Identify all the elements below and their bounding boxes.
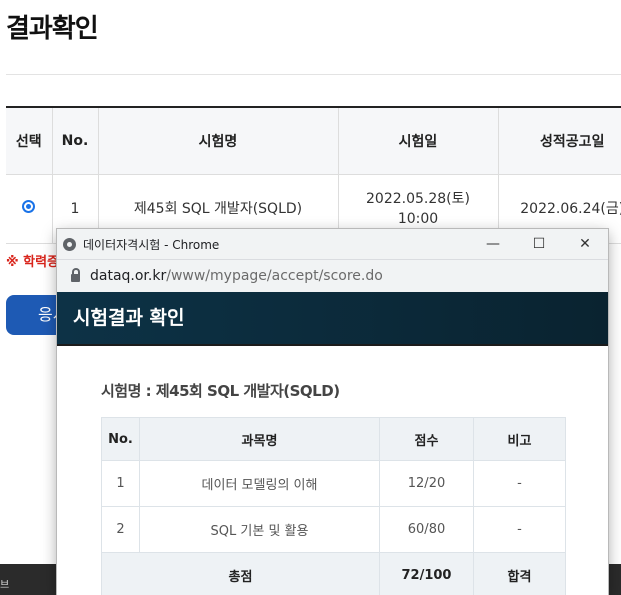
- score-row-no: 1: [101, 460, 140, 507]
- table-row: 1 데이터 모델링의 이해 12/20 -: [101, 460, 566, 507]
- score-header-score: 점수: [379, 417, 474, 461]
- page-title: 결과확인: [6, 14, 99, 44]
- close-button[interactable]: ✕: [562, 229, 608, 259]
- address-bar[interactable]: dataq.or.kr/www/mypage/accept/score.do: [57, 259, 608, 292]
- popup-header: 시험결과 확인: [57, 292, 608, 346]
- header-exam-date: 시험일: [338, 106, 499, 175]
- window-titlebar[interactable]: 데이터자격시험 - Chrome — ☐ ✕: [57, 229, 608, 259]
- exam-table: 선택 No. 시험명 시험일 성적공고일 1 제45회 SQL 개발자(SQLD…: [6, 106, 621, 244]
- row-exam-date: 2022.05.28(토): [366, 191, 470, 207]
- score-row-subject: 데이터 모델링의 이해: [139, 460, 380, 507]
- score-row-score: 12/20: [379, 460, 474, 507]
- total-label: 총점: [101, 552, 380, 595]
- score-header-no: No.: [101, 417, 140, 461]
- score-header-row: No. 과목명 점수 비고: [101, 417, 566, 461]
- score-row-no: 2: [101, 506, 140, 553]
- score-row-subject: SQL 기본 및 활용: [139, 506, 380, 553]
- score-row-remark: -: [473, 506, 566, 553]
- bottom-bar: 브: [0, 564, 60, 595]
- total-score: 72/100: [379, 552, 474, 595]
- title-divider: [6, 74, 621, 75]
- window-title: 데이터자격시험 - Chrome: [83, 237, 220, 252]
- lock-icon: [71, 268, 80, 282]
- table-header-row: 선택 No. 시험명 시험일 성적공고일: [6, 106, 621, 175]
- score-header-remark: 비고: [473, 417, 566, 461]
- score-row-score: 60/80: [379, 506, 474, 553]
- maximize-button[interactable]: ☐: [516, 229, 562, 259]
- row-exam-time: 10:00: [397, 211, 439, 227]
- score-row-remark: -: [473, 460, 566, 507]
- header-exam-name: 시험명: [98, 106, 339, 175]
- right-bar: [607, 564, 621, 595]
- url-path: /www/mypage/accept/score.do: [166, 268, 383, 284]
- select-radio[interactable]: [22, 200, 36, 213]
- header-select: 선택: [6, 106, 53, 175]
- score-table: No. 과목명 점수 비고 1 데이터 모델링의 이해 12/20 - 2 SQ…: [101, 417, 566, 595]
- total-row: 총점 72/100 합격: [101, 552, 566, 595]
- chrome-icon: [63, 237, 76, 251]
- table-row: 2 SQL 기본 및 활용 60/80 -: [101, 506, 566, 553]
- total-result: 합격: [473, 552, 566, 595]
- score-popup-window: 데이터자격시험 - Chrome — ☐ ✕ dataq.or.kr/www/m…: [57, 229, 608, 595]
- exam-name-label: 시험명 : 제45회 SQL 개발자(SQLD): [101, 382, 340, 400]
- header-no: No.: [52, 106, 99, 175]
- notice-text: ※ 학력증: [6, 255, 60, 270]
- minimize-button[interactable]: —: [470, 229, 516, 259]
- select-cell[interactable]: [6, 174, 53, 244]
- url-domain: dataq.or.kr: [90, 268, 167, 284]
- bottom-bar-text: 브: [0, 580, 10, 591]
- score-header-subject: 과목명: [139, 417, 380, 461]
- header-announce-date: 성적공고일: [498, 106, 621, 175]
